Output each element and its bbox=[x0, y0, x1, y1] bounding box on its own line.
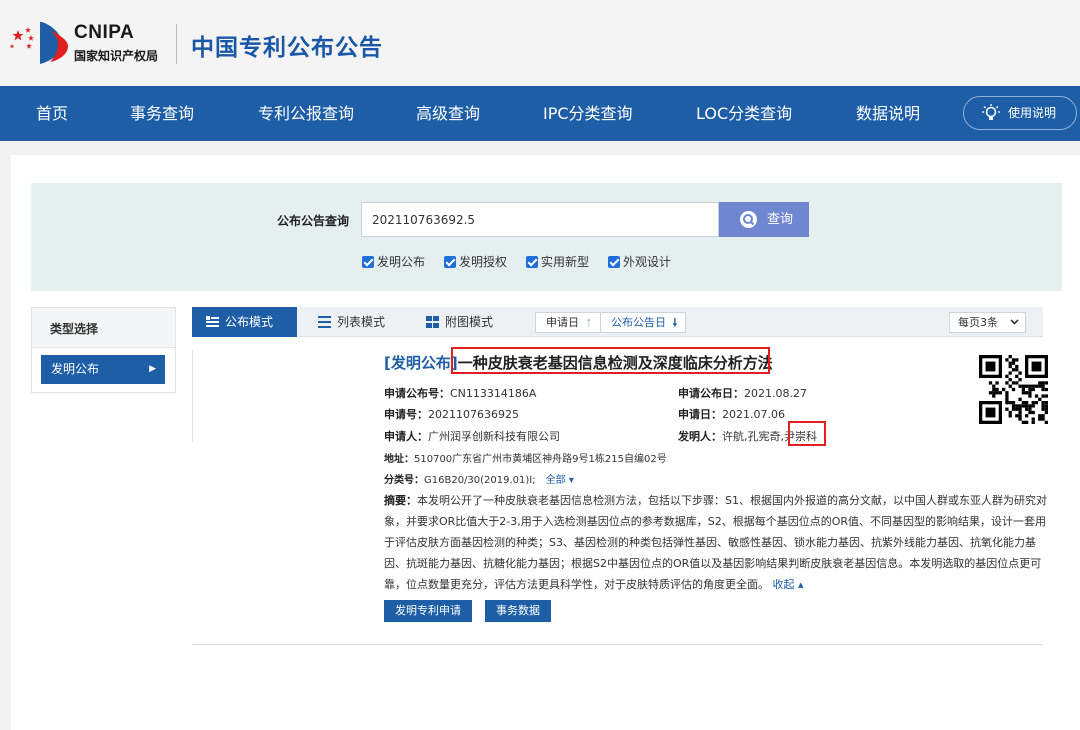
show-all-classes-link[interactable]: 全部 ▾ bbox=[546, 475, 574, 486]
sort-by-application-date[interactable]: 申请日 🠕 bbox=[536, 313, 601, 332]
sort-label: 公布公告日 bbox=[611, 316, 666, 329]
chevron-right-icon: ▶ bbox=[149, 364, 156, 374]
nav-gazette-query[interactable]: 专利公报查询 bbox=[258, 86, 354, 141]
logo-english: CNIPA bbox=[74, 22, 135, 43]
search-icon bbox=[740, 211, 757, 228]
qr-code[interactable] bbox=[979, 355, 1048, 424]
checkbox-checked-icon bbox=[526, 256, 538, 268]
sort-label: 申请日 bbox=[546, 316, 579, 329]
tab-list-mode[interactable]: 列表模式 bbox=[304, 307, 404, 337]
lightbulb-icon bbox=[982, 104, 1000, 120]
search-button[interactable]: 查询 bbox=[719, 202, 809, 237]
checkbox-checked-icon bbox=[444, 256, 456, 268]
logo-mark-icon bbox=[40, 22, 68, 64]
checkbox-utility-model[interactable]: 实用新型 bbox=[526, 253, 589, 270]
tab-figure-mode[interactable]: 附图模式 bbox=[412, 307, 512, 337]
checkbox-design[interactable]: 外观设计 bbox=[608, 253, 671, 270]
applicant: 申请人：广州润孚创新科技有限公司 bbox=[384, 430, 560, 443]
per-page-value: 每页3条 bbox=[958, 316, 998, 329]
result-type-tag: [发明公布] bbox=[384, 354, 458, 372]
sort-control: 申请日 🠕 公布公告日 🠗 bbox=[535, 312, 686, 333]
grid-icon bbox=[426, 316, 439, 328]
title-highlight-box bbox=[451, 347, 770, 374]
checkbox-label: 实用新型 bbox=[541, 255, 590, 269]
per-page-select[interactable]: 每页3条 bbox=[949, 312, 1026, 333]
arrow-down-icon: 🠗 bbox=[672, 316, 678, 329]
abstract: 摘要：本发明公开了一种皮肤衰老基因信息检测方法，包括以下步骤：S1、根据国内外报… bbox=[384, 494, 1047, 591]
logo-chinese: 国家知识产权局 bbox=[74, 49, 159, 63]
site-header: CNIPA 国家知识产权局 中国专利公布公告 bbox=[0, 0, 1080, 86]
checkbox-label: 发明授权 bbox=[459, 255, 508, 269]
tab-label: 列表模式 bbox=[337, 315, 386, 329]
address: 地址：510700广东省广州市黄埔区神舟路9号1栋215自编02号 bbox=[384, 454, 667, 465]
nav-affairs-query[interactable]: 事务查询 bbox=[130, 86, 194, 141]
publication-number: 申请公布号：CN113314186A bbox=[384, 387, 537, 400]
header-divider bbox=[176, 24, 177, 64]
search-input[interactable] bbox=[361, 202, 719, 237]
tab-label: 附图模式 bbox=[445, 315, 494, 329]
application-date: 申请日：2021.07.06 bbox=[678, 408, 785, 421]
search-label: 公布公告查询 bbox=[277, 214, 350, 228]
nav-loc-query[interactable]: LOC分类查询 bbox=[696, 86, 792, 141]
search-panel: 公布公告查询 查询 发明公布 发明授权 实用新型 外观设计 bbox=[31, 183, 1062, 291]
help-button[interactable]: 使用说明 bbox=[963, 96, 1077, 130]
classification: 分类号：G16B20/30(2019.01)I; 全部 ▾ bbox=[384, 475, 574, 486]
collapse-link[interactable]: 收起 ▴ bbox=[773, 578, 804, 591]
type-sidebar: 类型选择 发明公布 ▶ bbox=[31, 307, 176, 393]
result-divider bbox=[192, 350, 193, 442]
nav-data-description[interactable]: 数据说明 bbox=[856, 86, 920, 141]
sidebar-item-invention-publication[interactable]: 发明公布 ▶ bbox=[41, 355, 165, 384]
checkbox-invention-grant[interactable]: 发明授权 bbox=[444, 253, 507, 270]
publication-date: 申请公布日：2021.08.27 bbox=[678, 387, 807, 400]
arrow-up-icon: 🠕 bbox=[586, 316, 592, 329]
search-button-label: 查询 bbox=[767, 212, 794, 227]
chevron-down-icon bbox=[1010, 319, 1019, 325]
nav-ipc-query[interactable]: IPC分类查询 bbox=[543, 86, 633, 141]
site-title: 中国专利公布公告 bbox=[191, 35, 383, 61]
affairs-data-button[interactable]: 事务数据 bbox=[485, 600, 551, 622]
result-item: [发明公布]一种皮肤衰老基因信息检测及深度临床分析方法 申请公布号：CN1133… bbox=[192, 347, 1048, 645]
tab-label: 公布模式 bbox=[225, 315, 274, 329]
application-number: 申请号：2021107636925 bbox=[384, 408, 519, 421]
publication-mode-icon bbox=[206, 316, 219, 327]
content-panel: 公布公告查询 查询 发明公布 发明授权 实用新型 外观设计 类型选择 发明公布 … bbox=[11, 155, 1080, 730]
tab-publication-mode[interactable]: 公布模式 bbox=[192, 307, 297, 337]
main-nav: 首页 事务查询 专利公报查询 高级查询 IPC分类查询 LOC分类查询 数据说明… bbox=[0, 86, 1080, 141]
sort-by-publication-date[interactable]: 公布公告日 🠗 bbox=[601, 313, 685, 332]
result-toolbar: 公布模式 列表模式 附图模式 申请日 🠕 公布公告日 🠗 每页3条 bbox=[192, 307, 1043, 337]
cnipa-logo[interactable]: CNIPA 国家知识产权局 bbox=[8, 18, 173, 68]
sidebar-title: 类型选择 bbox=[32, 308, 175, 348]
nav-home[interactable]: 首页 bbox=[36, 86, 68, 141]
checkbox-invention-publication[interactable]: 发明公布 bbox=[362, 253, 425, 270]
sidebar-item-label: 发明公布 bbox=[51, 362, 100, 376]
checkbox-checked-icon bbox=[608, 256, 620, 268]
invention-application-button[interactable]: 发明专利申请 bbox=[384, 600, 472, 622]
help-label: 使用说明 bbox=[1008, 106, 1057, 120]
checkbox-label: 外观设计 bbox=[623, 255, 672, 269]
nav-advanced-query[interactable]: 高级查询 bbox=[416, 86, 480, 141]
list-icon bbox=[318, 316, 331, 328]
inventor-highlight-box bbox=[788, 421, 826, 446]
checkbox-checked-icon bbox=[362, 256, 374, 268]
checkbox-label: 发明公布 bbox=[377, 255, 426, 269]
